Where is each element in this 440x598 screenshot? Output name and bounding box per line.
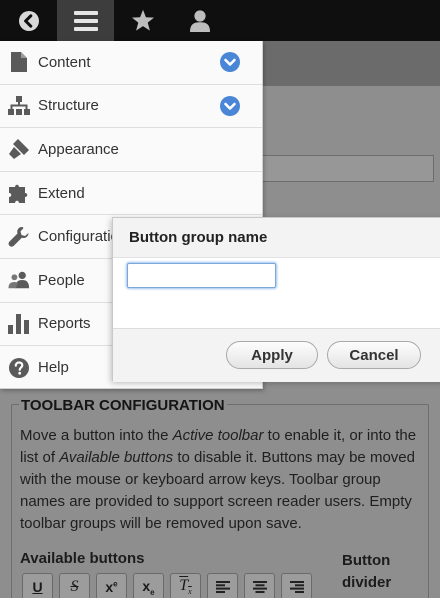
strikethrough-icon[interactable]: S: [59, 573, 90, 598]
align-right-icon[interactable]: [281, 573, 312, 598]
apply-button[interactable]: Apply: [226, 341, 318, 369]
menu-item-label: Appearance: [38, 140, 119, 158]
dialog-title: Button group name: [113, 218, 440, 258]
menu-item-content[interactable]: Content: [0, 41, 262, 85]
document-icon: [8, 51, 30, 73]
description-emphasis: Available buttons: [59, 449, 174, 466]
bar-chart-icon: [8, 313, 30, 335]
available-buttons-row: U S xe xe Tx: [22, 573, 318, 598]
menu-item-structure[interactable]: Structure: [0, 85, 262, 129]
menu-item-label: Help: [38, 359, 69, 377]
chevron-down-icon[interactable]: [219, 51, 241, 73]
page-header-strip: [262, 41, 440, 86]
superscript-icon[interactable]: xe: [96, 573, 127, 598]
menu-item-label: Structure: [38, 97, 99, 115]
help-icon: [8, 357, 30, 379]
hamburger-menu-icon[interactable]: [57, 0, 114, 41]
cancel-button[interactable]: Cancel: [327, 341, 421, 369]
description-text: Move a button into the: [20, 427, 173, 444]
user-icon[interactable]: [171, 0, 228, 41]
remove-format-icon[interactable]: Tx: [170, 573, 201, 598]
back-arrow-icon[interactable]: [0, 0, 57, 41]
background-field: [262, 155, 434, 182]
wrench-icon: [8, 226, 30, 248]
dialog-footer: Apply Cancel: [113, 328, 440, 382]
available-buttons-label: Available buttons: [20, 550, 145, 567]
align-left-icon[interactable]: [207, 573, 238, 598]
menu-item-label: Extend: [38, 184, 85, 202]
toolbar-configuration-legend: TOOLBAR CONFIGURATION: [19, 397, 227, 414]
puzzle-icon: [8, 182, 30, 204]
menu-item-appearance[interactable]: Appearance: [0, 128, 262, 172]
button-group-name-input[interactable]: [127, 263, 276, 288]
menu-item-label: Reports: [38, 315, 91, 333]
paintbrush-icon: [8, 138, 30, 160]
menu-item-extend[interactable]: Extend: [0, 172, 262, 216]
admin-toolbar: [0, 0, 440, 41]
align-center-icon[interactable]: [244, 573, 275, 598]
underline-icon[interactable]: U: [22, 573, 53, 598]
chevron-down-icon[interactable]: [219, 95, 241, 117]
subscript-icon[interactable]: xe: [133, 573, 164, 598]
button-divider-label: Button divider: [342, 552, 392, 591]
menu-item-label: People: [38, 271, 85, 289]
star-icon[interactable]: [114, 0, 171, 41]
toolbar-configuration-description: Move a button into the Active toolbar to…: [20, 425, 425, 535]
button-group-dialog: Button group name Apply Cancel: [112, 217, 440, 382]
people-icon: [8, 269, 30, 291]
description-emphasis: Active toolbar: [172, 427, 264, 444]
menu-item-label: Content: [38, 53, 91, 71]
sitemap-icon: [8, 95, 30, 117]
